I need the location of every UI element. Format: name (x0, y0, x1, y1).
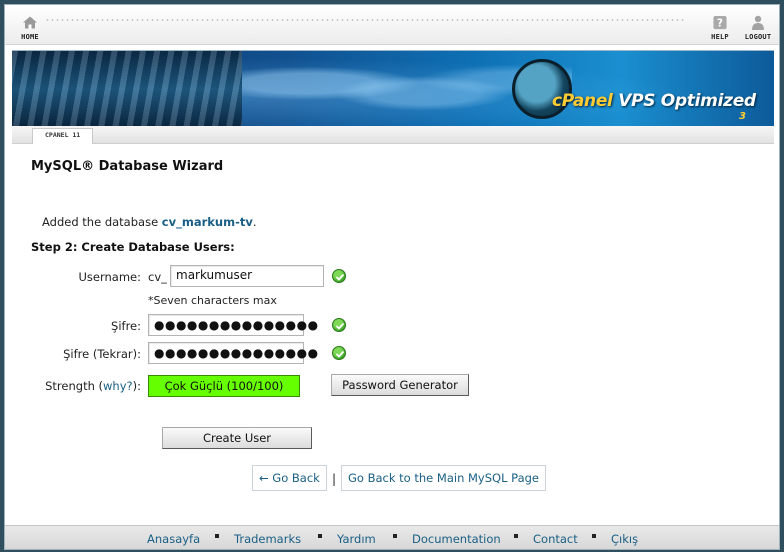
footer-bullet (393, 534, 397, 538)
help-icon: ? (713, 15, 727, 29)
create-user-button[interactable]: Create User (162, 427, 312, 449)
home-label: HOME (21, 33, 39, 41)
password-input[interactable]: ●●●●●●●●●●●●●●● (148, 314, 318, 336)
footer-link-contact[interactable]: Contact (533, 532, 578, 546)
top-nav: HOME ? HELP LOGOUT (5, 5, 779, 45)
password-confirm-input[interactable]: ●●●●●●●●●●●●●●● (148, 342, 318, 364)
footer-bullet (514, 534, 518, 538)
username-valid-check-icon (332, 269, 346, 283)
username-input[interactable]: markumuser (170, 265, 324, 287)
tab-cpanel-11[interactable]: CPANEL 11 (32, 128, 94, 144)
footer-link-cikis[interactable]: Çıkış (611, 532, 638, 546)
link-separator: | (332, 472, 337, 486)
added-database-name: cv_markum-tv (161, 215, 253, 229)
nav-dotted-divider (45, 19, 685, 21)
password-valid-check-icon (332, 318, 346, 332)
footer-link-documentation[interactable]: Documentation (412, 532, 501, 546)
logout-person-icon (752, 15, 764, 30)
username-prefix: cv_ (148, 270, 167, 284)
footer: Anasayfa Trademarks Yardım Documentation… (5, 525, 779, 549)
network-cables-graphic (12, 51, 242, 126)
logout-button[interactable]: LOGOUT (739, 15, 777, 41)
home-icon (23, 16, 37, 29)
password-generator-button[interactable]: Password Generator (331, 374, 469, 396)
page-title: MySQL® Database Wizard (31, 159, 224, 174)
added-database-message: Added the database cv_markum-tv. (42, 215, 257, 229)
footer-bullet (592, 534, 596, 538)
footer-bullet (318, 534, 322, 538)
help-label: HELP (711, 33, 729, 41)
brand-version: 3 (739, 111, 746, 122)
footer-link-yardim[interactable]: Yardım (337, 532, 376, 546)
tab-strip: CPANEL 11 (12, 126, 774, 144)
password-label: Şifre: (111, 319, 141, 333)
strength-why-link[interactable]: why? (103, 379, 133, 393)
footer-bullet (215, 534, 219, 538)
footer-link-anasayfa[interactable]: Anasayfa (147, 532, 200, 546)
password-confirm-label: Şifre (Tekrar): (63, 347, 141, 361)
password-confirm-valid-check-icon (332, 346, 346, 360)
home-button[interactable]: HOME (13, 15, 47, 41)
added-prefix: Added the database (42, 215, 162, 229)
username-hint: *Seven characters max (148, 294, 277, 307)
logout-label: LOGOUT (744, 33, 772, 41)
cpanel-brand-text: cPanel VPS Optimized (552, 91, 756, 111)
help-button[interactable]: ? HELP (703, 15, 737, 41)
cpanel-banner: cPanel VPS Optimized 3 (12, 50, 774, 126)
strength-label-text: Strength ( (45, 379, 104, 393)
step-title: Step 2: Create Database Users: (31, 240, 235, 254)
strength-label-end: ): (132, 379, 141, 393)
browser-frame: HOME ? HELP LOGOUT cPanel VPS Optimized … (4, 4, 780, 550)
brand-cpanel: cPanel (552, 91, 613, 111)
strength-label: Strength (why?): (21, 379, 141, 393)
brand-vps: VPS Optimized (612, 91, 756, 111)
strength-meter: Çok Güçlü (100/100) (148, 375, 300, 397)
go-back-link[interactable]: ← Go Back (252, 465, 327, 491)
footer-link-trademarks[interactable]: Trademarks (234, 532, 301, 546)
username-label: Username: (78, 270, 142, 284)
go-back-main-mysql-link[interactable]: Go Back to the Main MySQL Page (341, 465, 546, 491)
svg-text:?: ? (717, 17, 723, 29)
added-suffix: . (252, 215, 257, 229)
